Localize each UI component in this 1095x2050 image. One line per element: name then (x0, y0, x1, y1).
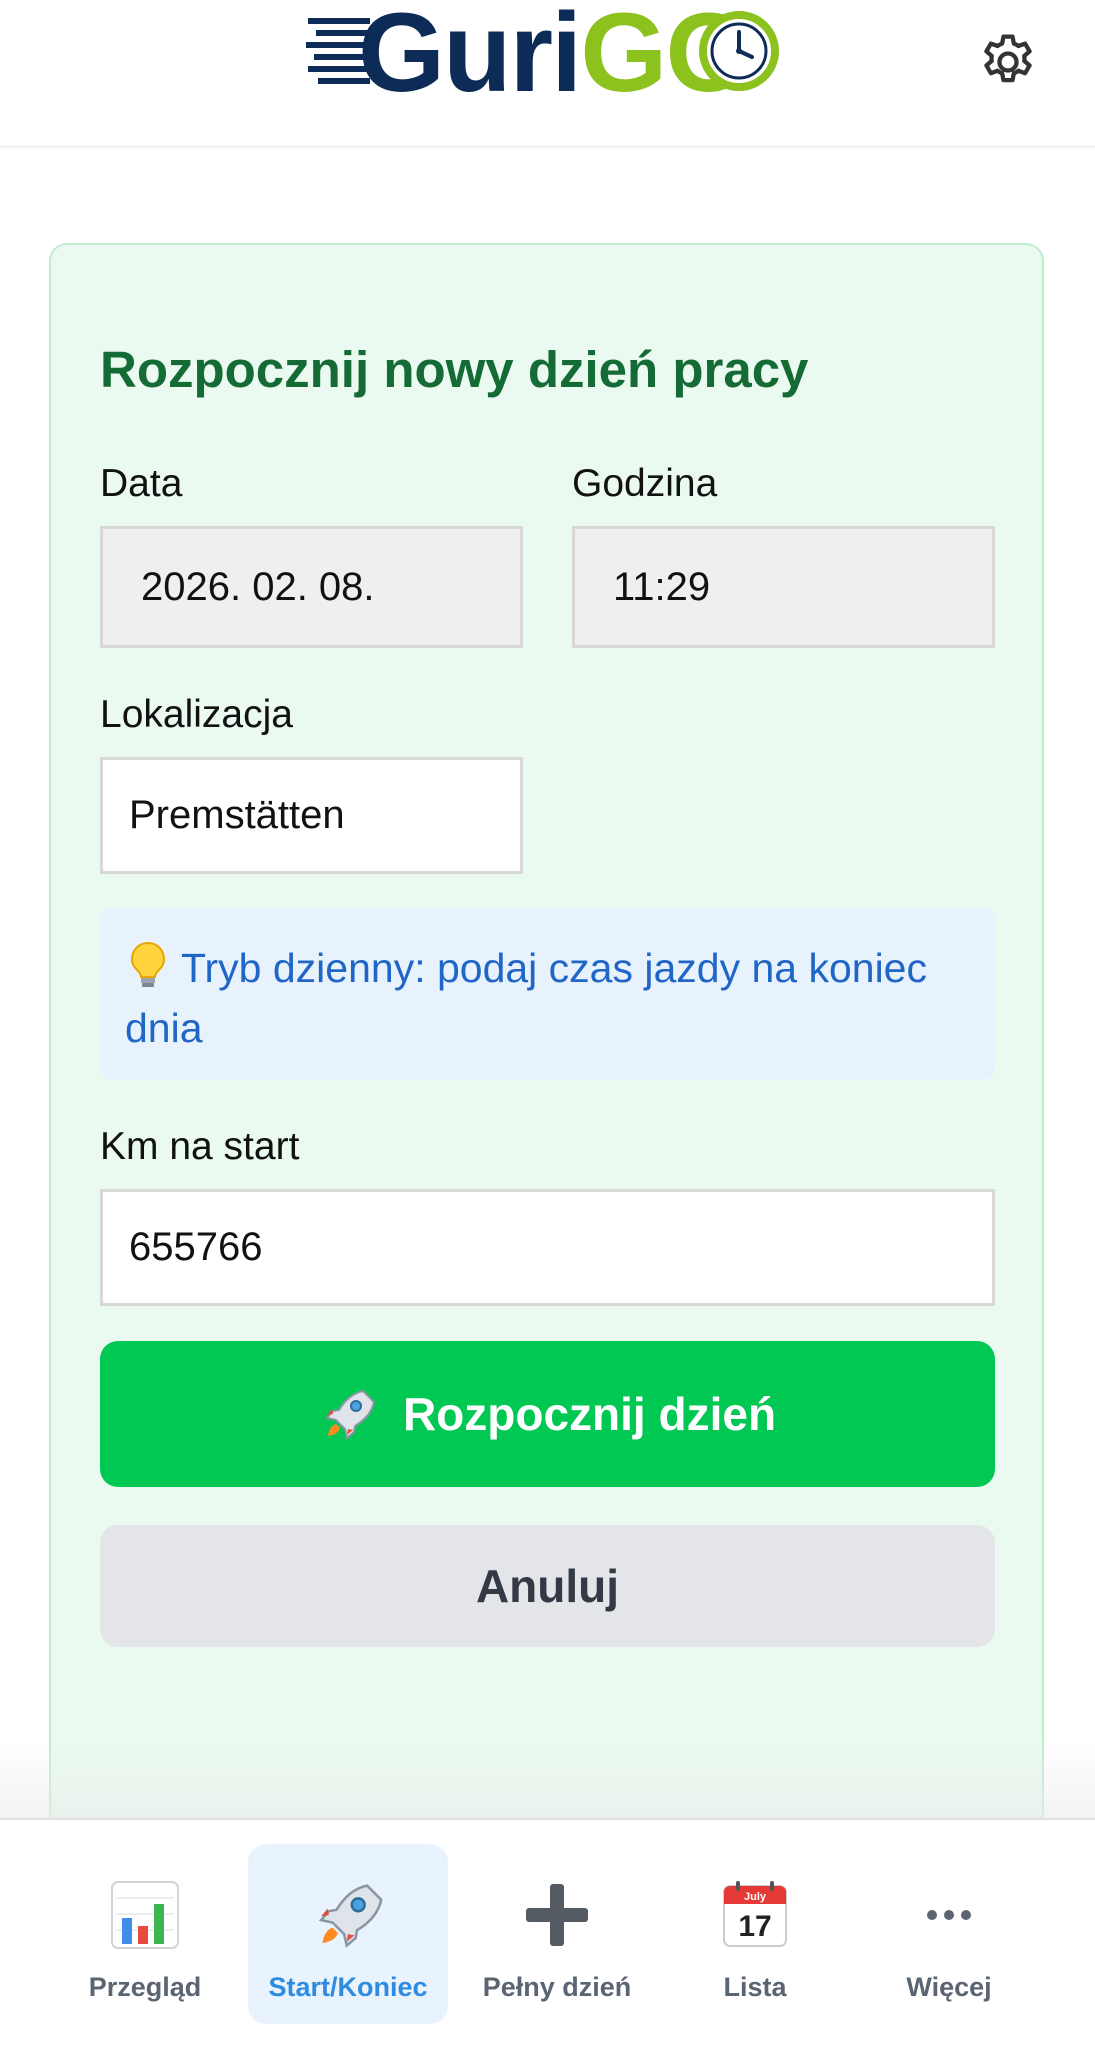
rocket-icon (318, 1884, 383, 1948)
date-label: Data (100, 462, 183, 505)
info-text: Tryb dzienny: podaj czas jazdy na koniec… (125, 945, 927, 1051)
nav-label-overview: Przegląd (88, 1972, 202, 2002)
nav-label-more: Więcej (906, 1972, 992, 2002)
date-field: 2026. 02. 08. (100, 526, 523, 648)
location-value: Premstätten (129, 793, 345, 837)
km-start-label: Km na start (100, 1125, 300, 1168)
logo-text-guri: Guri (358, 0, 582, 115)
cancel-button[interactable]: Anuluj (100, 1525, 995, 1647)
nav-item-start-end[interactable]: Start/Koniec (248, 1844, 448, 2024)
clock-icon (699, 11, 779, 91)
location-input[interactable]: Premstätten (100, 757, 523, 874)
start-day-label: Rozpocznij dzień (402, 1388, 777, 1440)
nav-item-list[interactable]: July 17 Lista (655, 1844, 855, 2024)
logo-wordmark: GuriGO (358, 0, 752, 118)
time-field: 11:29 (572, 526, 995, 648)
cancel-label: Anuluj (475, 1560, 620, 1612)
time-label: Godzina (572, 462, 718, 505)
location-label: Lokalizacja (100, 693, 293, 736)
km-start-input[interactable]: 655766 (100, 1189, 995, 1306)
start-day-button[interactable]: Rozpocznij dzień (100, 1341, 995, 1487)
form-title: Rozpocznij nowy dzień pracy (100, 341, 809, 398)
plus-icon (526, 1884, 588, 1946)
nav-label-start-end: Start/Koniec (268, 1972, 428, 2002)
app-logo: GuriGO (306, 0, 786, 115)
daily-mode-info: Tryb dzienny: podaj czas jazdy na koniec… (100, 908, 995, 1080)
settings-gear-icon[interactable] (976, 30, 1040, 94)
nav-item-more[interactable]: Więcej (849, 1844, 1049, 2024)
calendar-icon: July 17 (723, 1881, 787, 1947)
date-value: 2026. 02. 08. (141, 564, 375, 609)
nav-label-list: Lista (723, 1972, 787, 2002)
scroll-fade (0, 1740, 1095, 1820)
km-start-value: 655766 (129, 1225, 263, 1269)
bar-chart-icon (111, 1881, 179, 1949)
app-header: GuriGO (0, 0, 1095, 147)
nav-label-full-day: Pełny dzień (482, 1972, 632, 2002)
rocket-icon (325, 1389, 376, 1440)
more-dots-icon (927, 1910, 971, 1920)
lightbulb-icon (130, 941, 166, 987)
nav-item-full-day[interactable]: Pełny dzień (457, 1844, 657, 2024)
time-value: 11:29 (613, 564, 711, 609)
bottom-navigation: Przegląd Start/Koniec Pełny dzień July 1… (0, 1818, 1095, 2050)
nav-item-overview[interactable]: Przegląd (45, 1844, 245, 2024)
calendar-day-text: 17 (738, 1910, 771, 1943)
calendar-month-text: July (744, 1891, 767, 1903)
